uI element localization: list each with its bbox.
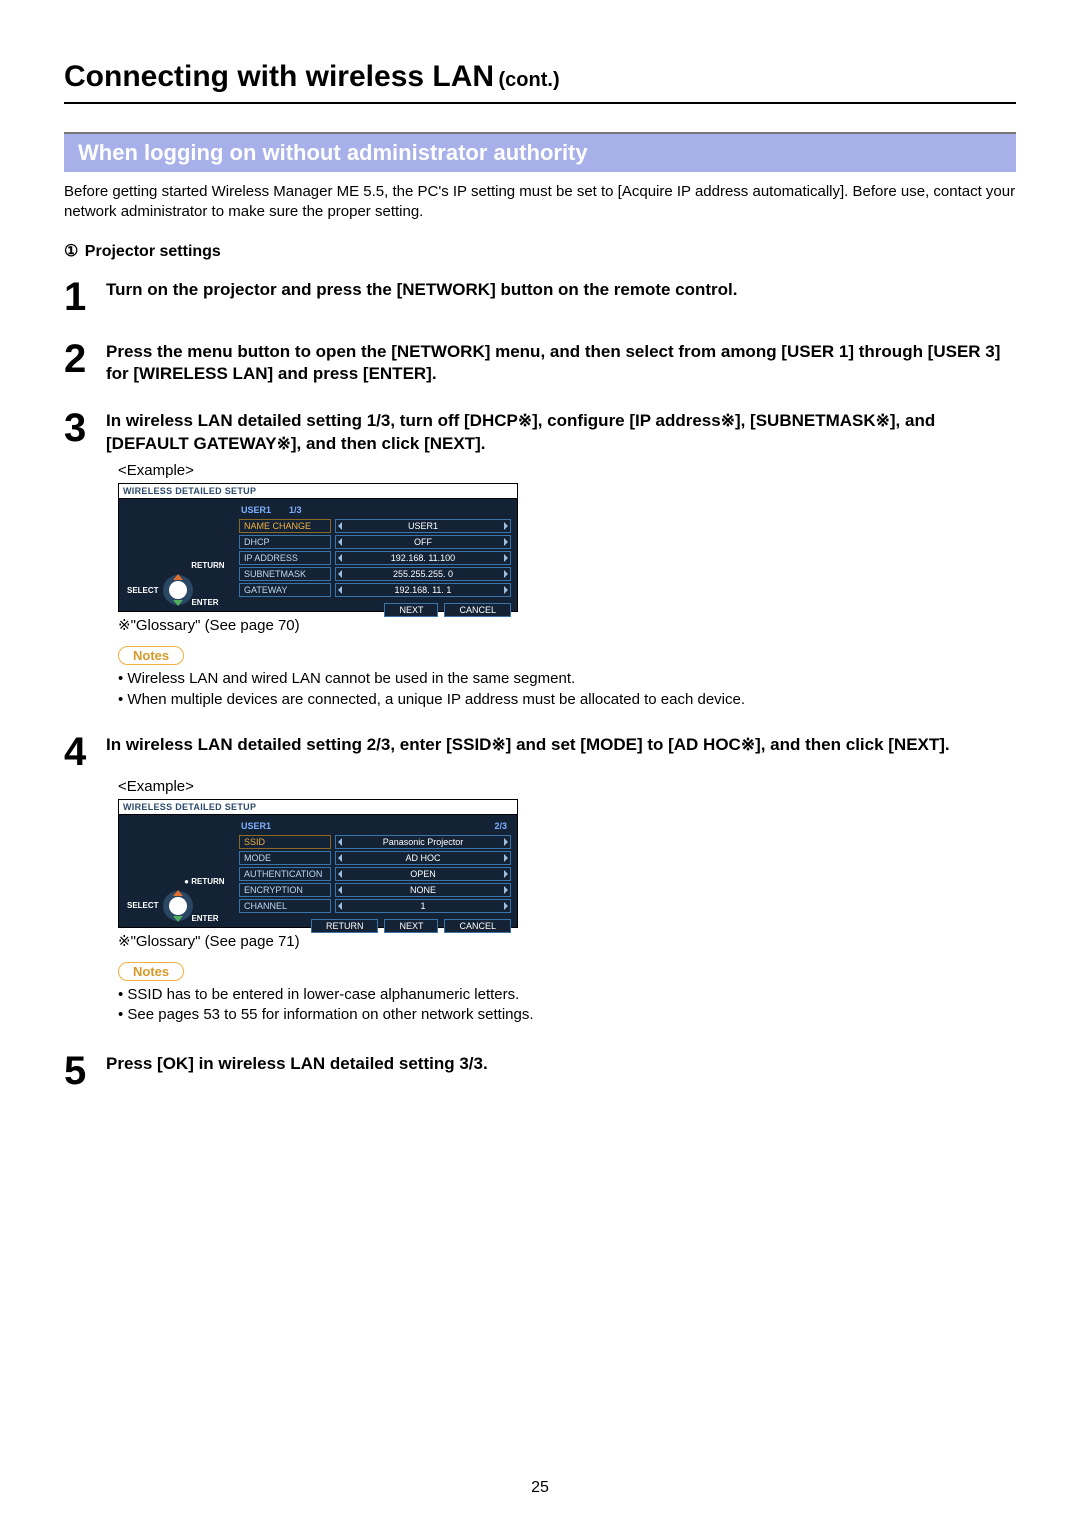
step-3-glossary: ※"Glossary" (See page 70) bbox=[118, 616, 1016, 634]
note-4-2: See pages 53 to 55 for information on ot… bbox=[118, 1005, 1016, 1025]
osd1-title: WIRELESS DETAILED SETUP bbox=[119, 484, 517, 499]
osd2-enter-label: ENTER bbox=[191, 914, 218, 923]
osd2-auth-value[interactable]: OPEN bbox=[335, 867, 511, 881]
step-5-text: Press [OK] in wireless LAN detailed sett… bbox=[106, 1053, 1016, 1076]
step-2-number: 2 bbox=[64, 335, 106, 387]
note-4-1: SSID has to be entered in lower-case alp… bbox=[118, 985, 1016, 1005]
step-1-text: Turn on the projector and press the [NET… bbox=[106, 279, 1016, 302]
osd2-enc-value[interactable]: NONE bbox=[335, 883, 511, 897]
osd1-header-row: USER1 1/3 bbox=[239, 505, 511, 517]
osd1-subnet-value[interactable]: 255.255.255. 0 bbox=[335, 567, 511, 581]
osd1-subnet-label[interactable]: SUBNETMASK bbox=[239, 567, 331, 581]
osd1-next-button[interactable]: NEXT bbox=[384, 603, 438, 617]
step-3-text: In wireless LAN detailed setting 1/3, tu… bbox=[106, 410, 1016, 456]
osd2-cancel-button[interactable]: CANCEL bbox=[444, 919, 511, 933]
note-3-2: When multiple devices are connected, a u… bbox=[118, 690, 1016, 710]
osd2-return-button[interactable]: RETURN bbox=[311, 919, 379, 933]
osd1-dhcp-value[interactable]: OFF bbox=[335, 535, 511, 549]
osd2-enc-label[interactable]: ENCRYPTION bbox=[239, 883, 331, 897]
osd2-header-row: USER1 2/3 bbox=[239, 821, 511, 833]
step-2: 2 Press the menu button to open the [NET… bbox=[64, 335, 1016, 387]
step-5-number: 5 bbox=[64, 1047, 106, 1091]
osd1-ip-label[interactable]: IP ADDRESS bbox=[239, 551, 331, 565]
step-5: 5 Press [OK] in wireless LAN detailed se… bbox=[64, 1047, 1016, 1091]
osd2-title: WIRELESS DETAILED SETUP bbox=[119, 800, 517, 815]
osd2-user: USER1 bbox=[241, 821, 271, 831]
osd1-gateway-label[interactable]: GATEWAY bbox=[239, 583, 331, 597]
osd2-auth-label[interactable]: AUTHENTICATION bbox=[239, 867, 331, 881]
triangle-down-icon bbox=[173, 916, 183, 922]
page-number: 25 bbox=[0, 1479, 1080, 1497]
projector-settings-heading: ① Projector settings bbox=[64, 241, 1016, 261]
step-4-text: In wireless LAN detailed setting 2/3, en… bbox=[106, 734, 1016, 757]
osd1-enter-label: ENTER bbox=[191, 598, 218, 607]
title-cont: (cont.) bbox=[499, 69, 560, 91]
osd1-gateway-value[interactable]: 192.168. 11. 1 bbox=[335, 583, 511, 597]
osd1-namechange-value[interactable]: USER1 bbox=[335, 519, 511, 533]
step-2-text: Press the menu button to open the [NETWO… bbox=[106, 341, 1016, 387]
circled-one-icon: ① bbox=[64, 241, 78, 261]
notes-badge-3: Notes bbox=[118, 646, 184, 665]
osd2-next-button[interactable]: NEXT bbox=[384, 919, 438, 933]
osd1-return-label: RETURN bbox=[191, 561, 224, 570]
osd-screenshot-1: WIRELESS DETAILED SETUP SELECT RETURN EN… bbox=[118, 483, 518, 612]
step-1-number: 1 bbox=[64, 273, 106, 317]
step-3-example-label: <Example> bbox=[118, 462, 1016, 479]
intro-text: Before getting started Wireless Manager … bbox=[64, 182, 1016, 223]
section-heading: When logging on without administrator au… bbox=[64, 132, 1016, 172]
osd2-mode-label[interactable]: MODE bbox=[239, 851, 331, 865]
step-3: 3 In wireless LAN detailed setting 1/3, … bbox=[64, 404, 1016, 456]
step-4-example-label: <Example> bbox=[118, 778, 1016, 795]
osd1-dhcp-label[interactable]: DHCP bbox=[239, 535, 331, 549]
triangle-down-icon bbox=[173, 600, 183, 606]
osd1-select-label: SELECT bbox=[127, 586, 159, 595]
osd1-page: 1/3 bbox=[289, 505, 302, 515]
notes-badge-4: Notes bbox=[118, 962, 184, 981]
notes-list-4: SSID has to be entered in lower-case alp… bbox=[118, 985, 1016, 1026]
title-rule bbox=[64, 102, 1016, 104]
osd2-ssid-value[interactable]: Panasonic Projector bbox=[335, 835, 511, 849]
page-title: Connecting with wireless LAN (cont.) bbox=[64, 60, 1016, 94]
triangle-up-icon bbox=[173, 574, 183, 580]
step-4-number: 4 bbox=[64, 728, 106, 772]
title-main: Connecting with wireless LAN bbox=[64, 60, 494, 93]
osd2-ssid-label[interactable]: SSID bbox=[239, 835, 331, 849]
subheading-text: Projector settings bbox=[85, 243, 221, 260]
osd2-mode-value[interactable]: AD HOC bbox=[335, 851, 511, 865]
osd2-channel-label[interactable]: CHANNEL bbox=[239, 899, 331, 913]
note-3-1: Wireless LAN and wired LAN cannot be use… bbox=[118, 669, 1016, 689]
osd1-user: USER1 bbox=[241, 505, 271, 515]
osd2-select-label: SELECT bbox=[127, 901, 159, 910]
dpad-icon bbox=[163, 575, 193, 605]
osd2-page: 2/3 bbox=[494, 821, 507, 831]
triangle-up-icon bbox=[173, 890, 183, 896]
dpad-icon bbox=[163, 891, 193, 921]
osd1-cancel-button[interactable]: CANCEL bbox=[444, 603, 511, 617]
notes-list-3: Wireless LAN and wired LAN cannot be use… bbox=[118, 669, 1016, 710]
step-4: 4 In wireless LAN detailed setting 2/3, … bbox=[64, 728, 1016, 772]
osd2-return-label: ● RETURN bbox=[184, 877, 224, 886]
step-3-number: 3 bbox=[64, 404, 106, 456]
osd-screenshot-2: WIRELESS DETAILED SETUP SELECT ● RETURN … bbox=[118, 799, 518, 928]
osd1-nav-area: SELECT RETURN ENTER bbox=[119, 499, 235, 611]
step-1: 1 Turn on the projector and press the [N… bbox=[64, 273, 1016, 317]
osd1-namechange-label[interactable]: NAME CHANGE bbox=[239, 519, 331, 533]
osd2-channel-value[interactable]: 1 bbox=[335, 899, 511, 913]
step-4-glossary: ※"Glossary" (See page 71) bbox=[118, 932, 1016, 950]
osd1-ip-value[interactable]: 192.168. 11.100 bbox=[335, 551, 511, 565]
osd2-nav-area: SELECT ● RETURN ENTER bbox=[119, 815, 235, 927]
